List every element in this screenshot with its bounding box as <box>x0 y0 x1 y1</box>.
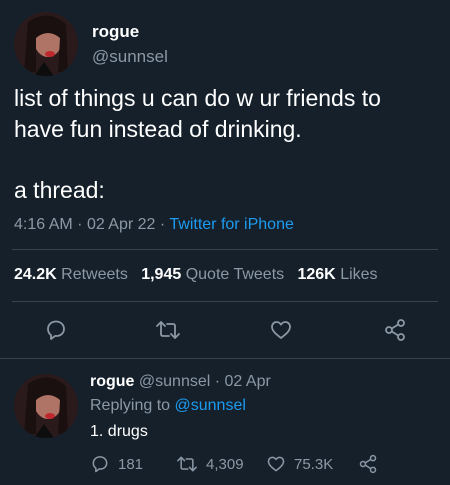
display-name[interactable]: rogue <box>92 22 139 42</box>
reply-icon[interactable] <box>44 318 68 342</box>
retweets-stat[interactable]: 24.2K Retweets <box>14 266 128 283</box>
retweets-label: Retweets <box>61 266 128 283</box>
retweet-count: 4,309 <box>206 455 244 473</box>
quotes-count: 1,945 <box>141 266 182 283</box>
tweet-text-line-3: a thread: <box>14 177 105 203</box>
divider <box>12 301 438 302</box>
likes-label: Likes <box>340 266 378 283</box>
separator-dot: · <box>159 216 166 233</box>
tweet-date[interactable]: 02 Apr 22 <box>87 216 156 233</box>
replying-to-handle[interactable]: @sunnsel <box>175 397 246 414</box>
share-icon[interactable] <box>358 454 378 474</box>
retweets-count: 24.2K <box>14 266 57 283</box>
reply-retweet-button[interactable]: 4,309 <box>176 454 244 474</box>
avatar[interactable] <box>14 12 78 76</box>
tweet-text-line-1: list of things u can do w ur friends to <box>14 85 381 111</box>
reply-handle[interactable]: @sunnsel <box>139 373 210 390</box>
reply-text: 1. drugs <box>90 423 148 440</box>
quotes-label: Quote Tweets <box>185 266 285 283</box>
reply-like-button[interactable]: 75.3K <box>266 454 333 474</box>
handle[interactable]: @sunnsel <box>92 47 168 67</box>
replying-to: Replying to @sunnsel <box>90 397 246 415</box>
retweet-icon <box>176 454 198 474</box>
like-icon[interactable] <box>269 318 293 342</box>
divider <box>0 358 450 359</box>
replying-to-label: Replying to <box>90 397 171 414</box>
tweet-text-line-2: have fun instead of drinking. <box>14 116 302 142</box>
tweet-meta: 4:16 AM · 02 Apr 22 · Twitter for iPhone <box>14 216 294 234</box>
separator-dot: · <box>214 373 221 390</box>
reply-date[interactable]: 02 Apr <box>225 373 271 390</box>
likes-count: 126K <box>297 266 336 283</box>
divider <box>12 249 438 250</box>
tweet-stats: 24.2K Retweets 1,945 Quote Tweets 126K L… <box>14 266 378 284</box>
reply-count: 181 <box>118 455 144 473</box>
share-icon[interactable] <box>383 318 407 342</box>
reply-header: rogue @sunnsel · 02 Apr <box>90 373 271 391</box>
likes-stat[interactable]: 126K Likes <box>297 266 377 283</box>
reply-icon <box>90 454 110 474</box>
reply-reply-button[interactable]: 181 <box>90 454 143 474</box>
separator-dot: · <box>77 216 83 233</box>
tweet-source[interactable]: Twitter for iPhone <box>169 216 294 233</box>
quotes-stat[interactable]: 1,945 Quote Tweets <box>141 266 284 283</box>
tweet-time[interactable]: 4:16 AM <box>14 216 73 233</box>
like-icon <box>266 454 286 474</box>
like-count: 75.3K <box>294 455 334 473</box>
reply-avatar[interactable] <box>14 374 78 438</box>
reply-display-name[interactable]: rogue <box>90 373 134 390</box>
retweet-icon[interactable] <box>155 318 181 342</box>
